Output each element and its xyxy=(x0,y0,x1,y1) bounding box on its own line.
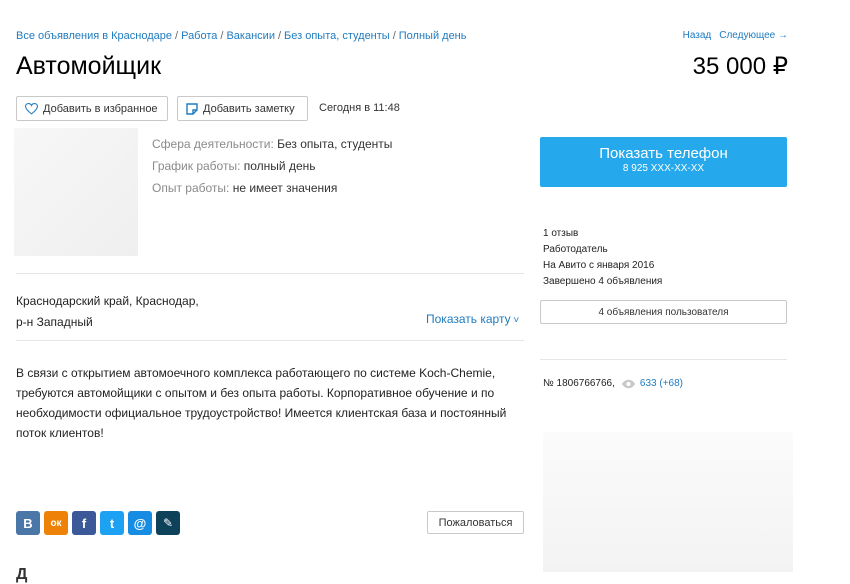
vk-icon[interactable]: В xyxy=(16,511,40,535)
address-line: Краснодарский край, Краснодар, xyxy=(16,294,199,308)
show-map-link[interactable]: Показать карту ˅ xyxy=(426,312,519,326)
seller-reviews[interactable]: 1 отзыв xyxy=(543,226,662,242)
divider xyxy=(16,340,524,341)
views-count: 633 (+68) xyxy=(639,378,683,389)
description: В связи с открытием автомоечного комплек… xyxy=(16,366,507,440)
ad-banner xyxy=(543,432,793,572)
phone-number: 8 925 XXX-XX-XX xyxy=(622,163,705,174)
ad-photo[interactable] xyxy=(14,128,138,256)
ad-stats: № 1806766766, 633 (+68) xyxy=(543,378,683,389)
facebook-icon[interactable]: f xyxy=(72,511,96,535)
note-icon xyxy=(186,102,198,115)
odnoklassniki-icon[interactable]: ок xyxy=(44,511,68,535)
page-title: Автомойщик xyxy=(16,52,162,80)
divider xyxy=(16,273,524,274)
address-district: р-н Западный xyxy=(16,315,93,329)
livejournal-icon[interactable]: ✎ xyxy=(156,511,180,535)
report-button[interactable]: Пожаловаться xyxy=(427,511,524,534)
next-link[interactable]: Следующее → xyxy=(719,30,788,41)
show-phone-label: Показать телефон xyxy=(599,145,728,162)
add-to-favorites-label: Добавить в избранное xyxy=(43,102,158,115)
share-buttons: В ок f t @ ✎ xyxy=(16,511,180,535)
ad-navigation: Назад Следующее → xyxy=(675,30,788,41)
breadcrumb-link[interactable]: Полный день xyxy=(399,30,467,42)
param-value: не имеет значения xyxy=(232,181,338,195)
user-ads-button[interactable]: 4 объявления пользователя xyxy=(540,300,787,324)
views-counter[interactable]: 633 (+68) xyxy=(621,378,683,389)
price: 35 000 ₽ xyxy=(692,53,788,80)
add-note-button[interactable]: Добавить заметку xyxy=(177,96,308,121)
param-experience: Опыт работы: не имеет значения xyxy=(152,181,337,195)
param-key: Опыт работы: xyxy=(152,181,230,195)
param-schedule: График работы: полный день xyxy=(152,159,316,173)
breadcrumb-link[interactable]: Работа xyxy=(181,30,217,42)
add-note-label: Добавить заметку xyxy=(203,102,295,115)
param-value: полный день xyxy=(243,159,316,173)
param-sphere: Сфера деятельности: Без опыта, студенты xyxy=(152,137,392,151)
seller-info: 1 отзыв Работодатель На Авито с января 2… xyxy=(543,226,662,290)
heart-icon xyxy=(25,102,38,115)
breadcrumb-link[interactable]: Все объявления в Краснодаре xyxy=(16,30,172,42)
param-key: График работы: xyxy=(152,159,241,173)
show-phone-button[interactable]: Показать телефон 8 925 XXX-XX-XX xyxy=(540,137,787,187)
seller-since: На Авито с января 2016 xyxy=(543,260,655,271)
seller-completed: Завершено 4 объявления xyxy=(543,276,663,287)
address: Краснодарский край, Краснодар, р-н Запад… xyxy=(16,291,199,333)
breadcrumb-link[interactable]: Без опыта, студенты xyxy=(284,30,390,42)
mail-icon[interactable]: @ xyxy=(128,511,152,535)
eye-icon xyxy=(621,379,635,388)
param-value: Без опыта, студенты xyxy=(277,137,393,151)
breadcrumb-link[interactable]: Вакансии xyxy=(226,30,275,42)
back-link[interactable]: Назад xyxy=(683,30,712,41)
breadcrumb: Все объявления в Краснодаре / Работа / Вакан… xyxy=(16,30,467,42)
divider xyxy=(540,359,787,360)
param-key: Сфера деятельности: xyxy=(152,137,274,151)
add-to-favorites-button[interactable]: Добавить в избранное xyxy=(16,96,168,121)
section-heading: Д xyxy=(16,566,28,583)
seller-type: Работодатель xyxy=(543,244,608,255)
ad-number: № 1806766766, xyxy=(543,378,615,389)
publish-date: Сегодня в 11:48 xyxy=(319,102,400,114)
chevron-down-icon: ˅ xyxy=(510,315,520,326)
twitter-icon[interactable]: t xyxy=(100,511,124,535)
